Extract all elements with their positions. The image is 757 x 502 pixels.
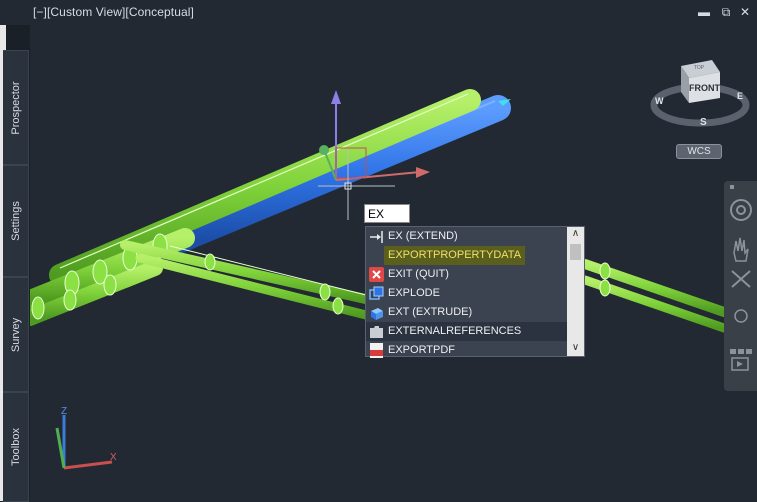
command-autocomplete-list[interactable]: EX (EXTEND) EXPORTPROPERTYDATA EXIT (QUI… — [365, 226, 585, 360]
zoom-extents-icon[interactable] — [731, 270, 751, 288]
list-item[interactable]: EXIT (QUIT) — [366, 265, 568, 284]
blue-pipe — [167, 95, 511, 253]
orbit-icon[interactable] — [734, 309, 748, 323]
toolspace-palette: Prospector Settings Survey Toolbox — [0, 25, 30, 502]
list-scrollbar[interactable]: ∧ ∨ — [567, 227, 584, 356]
list-item[interactable]: EXPLODE — [366, 284, 568, 303]
wcs-menu-button[interactable]: WCS — [676, 144, 722, 159]
folder-icon — [370, 326, 383, 338]
pdf-icon — [370, 343, 383, 358]
navbar-icons — [730, 185, 752, 371]
tab-settings[interactable]: Settings — [3, 165, 29, 277]
list-item[interactable]: EXPORTPDF — [366, 341, 568, 360]
tab-survey[interactable]: Survey — [3, 277, 29, 392]
viewcube-top-face[interactable]: TOP — [694, 65, 705, 71]
list-item[interactable]: EXT (EXTRUDE) — [366, 303, 568, 322]
ucs-z-label: Z — [61, 406, 67, 417]
scroll-down-icon[interactable]: ∨ — [567, 341, 584, 355]
compass-south[interactable]: S — [700, 117, 707, 128]
scroll-up-icon[interactable]: ∧ — [567, 227, 584, 241]
steering-wheel-icon[interactable] — [730, 199, 752, 221]
minimize-icon[interactable]: ▬ — [698, 6, 710, 18]
list-item[interactable]: EXPORTPROPERTYDATA — [366, 246, 568, 265]
list-item[interactable]: EX (EXTEND) — [366, 227, 568, 246]
extrude-icon — [371, 308, 383, 320]
tab-prospector[interactable]: Prospector — [3, 50, 29, 165]
scroll-thumb[interactable] — [570, 244, 581, 260]
ucs-x-label: X — [110, 452, 117, 463]
compass-east[interactable]: E — [737, 91, 743, 101]
exit-icon — [369, 267, 384, 282]
list-item[interactable]: EXTERNALREFERENCES — [366, 322, 568, 341]
viewcube-front-face[interactable]: FRONT — [689, 83, 720, 93]
green-pipes-right — [580, 259, 729, 333]
close-icon[interactable]: ✕ — [739, 6, 751, 18]
compass-west[interactable]: W — [655, 96, 664, 106]
green-branch-pipes — [120, 240, 375, 321]
pan-hand-icon[interactable] — [733, 237, 749, 262]
restore-icon[interactable]: ⧉ — [720, 6, 732, 18]
explode-icon — [369, 286, 384, 300]
ucs-icon — [55, 415, 113, 470]
viewport-controls-label[interactable]: [−][Custom View][Conceptual] — [33, 5, 194, 19]
command-input[interactable]: EX — [364, 204, 410, 223]
extend-icon — [370, 231, 383, 243]
navigation-bar — [724, 181, 757, 391]
tab-toolbox[interactable]: Toolbox — [3, 392, 29, 502]
